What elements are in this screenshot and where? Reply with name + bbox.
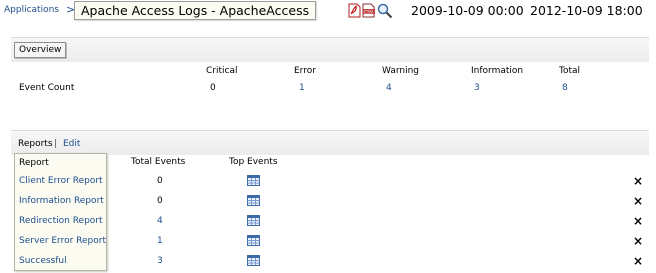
column-header-total-events: Total Events xyxy=(131,157,186,167)
header-bar: Applications > Apache Access Logs - Apac… xyxy=(0,0,656,22)
event-count-row: Event Count 0 1 4 3 8 xyxy=(11,83,649,97)
column-header-top-events: Top Events xyxy=(229,157,278,167)
date-range-end[interactable]: 2012-10-09 18:00 xyxy=(530,3,643,18)
csv-icon[interactable]: CSV xyxy=(362,3,376,21)
report-name-link[interactable]: Information Report xyxy=(19,196,104,206)
date-range-start[interactable]: 2009-10-09 00:00 xyxy=(411,3,524,18)
pdf-icon[interactable] xyxy=(348,3,361,21)
report-total-events: 0 xyxy=(157,196,163,206)
reports-panel: Reports | Edit Report Total Events Top E… xyxy=(11,130,649,273)
remove-report-close-icon[interactable]: × xyxy=(633,254,643,268)
search-icon[interactable] xyxy=(377,3,393,22)
overview-tab[interactable]: Overview xyxy=(14,42,67,58)
column-header-total: Total xyxy=(559,66,581,76)
top-events-table-icon[interactable] xyxy=(247,215,260,226)
report-name-link[interactable]: Redirection Report xyxy=(19,216,103,226)
information-count-link[interactable]: 3 xyxy=(474,83,480,93)
report-name-link[interactable]: Server Error Report xyxy=(19,236,106,246)
critical-count: 0 xyxy=(210,83,216,93)
report-name-link[interactable]: Client Error Report xyxy=(19,176,103,186)
svg-text:CSV: CSV xyxy=(364,10,374,16)
report-total-events: 0 xyxy=(157,176,163,186)
overview-column-headers: Critical Error Warning Information Total xyxy=(11,66,649,80)
remove-report-close-icon[interactable]: × xyxy=(633,174,643,188)
report-total-events-link[interactable]: 4 xyxy=(157,216,163,226)
column-header-critical: Critical xyxy=(206,66,238,76)
edit-reports-link[interactable]: Edit xyxy=(63,139,80,149)
top-events-table-icon[interactable] xyxy=(247,255,260,266)
remove-report-close-icon[interactable]: × xyxy=(633,214,643,228)
top-events-table-icon[interactable] xyxy=(247,235,260,246)
report-row: Client Error Report 0 × xyxy=(11,172,649,192)
report-total-events-link[interactable]: 1 xyxy=(157,236,163,246)
reports-title: Reports xyxy=(18,139,53,149)
reports-separator: | xyxy=(54,139,58,149)
report-row: Successful 3 × xyxy=(11,252,649,272)
export-icons: CSV xyxy=(348,3,394,19)
top-events-table-icon[interactable] xyxy=(247,175,260,186)
reports-panel-bar: Reports | Edit xyxy=(11,131,649,155)
remove-report-close-icon[interactable]: × xyxy=(633,234,643,248)
remove-report-close-icon[interactable]: × xyxy=(633,194,643,208)
report-total-events-link[interactable]: 3 xyxy=(157,256,163,266)
report-name-link[interactable]: Successful xyxy=(19,256,67,266)
top-events-table-icon[interactable] xyxy=(247,195,260,206)
column-header-error: Error xyxy=(294,66,316,76)
event-count-label: Event Count xyxy=(19,83,75,93)
overview-panel: Overview Critical Error Warning Informat… xyxy=(11,37,649,101)
breadcrumb-applications-link[interactable]: Applications xyxy=(4,5,59,15)
column-header-warning: Warning xyxy=(382,66,420,76)
warning-count-link[interactable]: 4 xyxy=(386,83,392,93)
page-title: Apache Access Logs - ApacheAccess xyxy=(74,1,317,20)
reports-column-headers: Total Events Top Events xyxy=(11,157,649,171)
report-row: Information Report 0 × xyxy=(11,192,649,212)
error-count-link[interactable]: 1 xyxy=(299,83,305,93)
column-header-information: Information xyxy=(471,66,524,76)
report-row: Server Error Report 1 × xyxy=(11,232,649,252)
total-count-link[interactable]: 8 xyxy=(562,83,568,93)
report-row: Redirection Report 4 × xyxy=(11,212,649,232)
overview-panel-bar: Overview xyxy=(11,38,649,62)
